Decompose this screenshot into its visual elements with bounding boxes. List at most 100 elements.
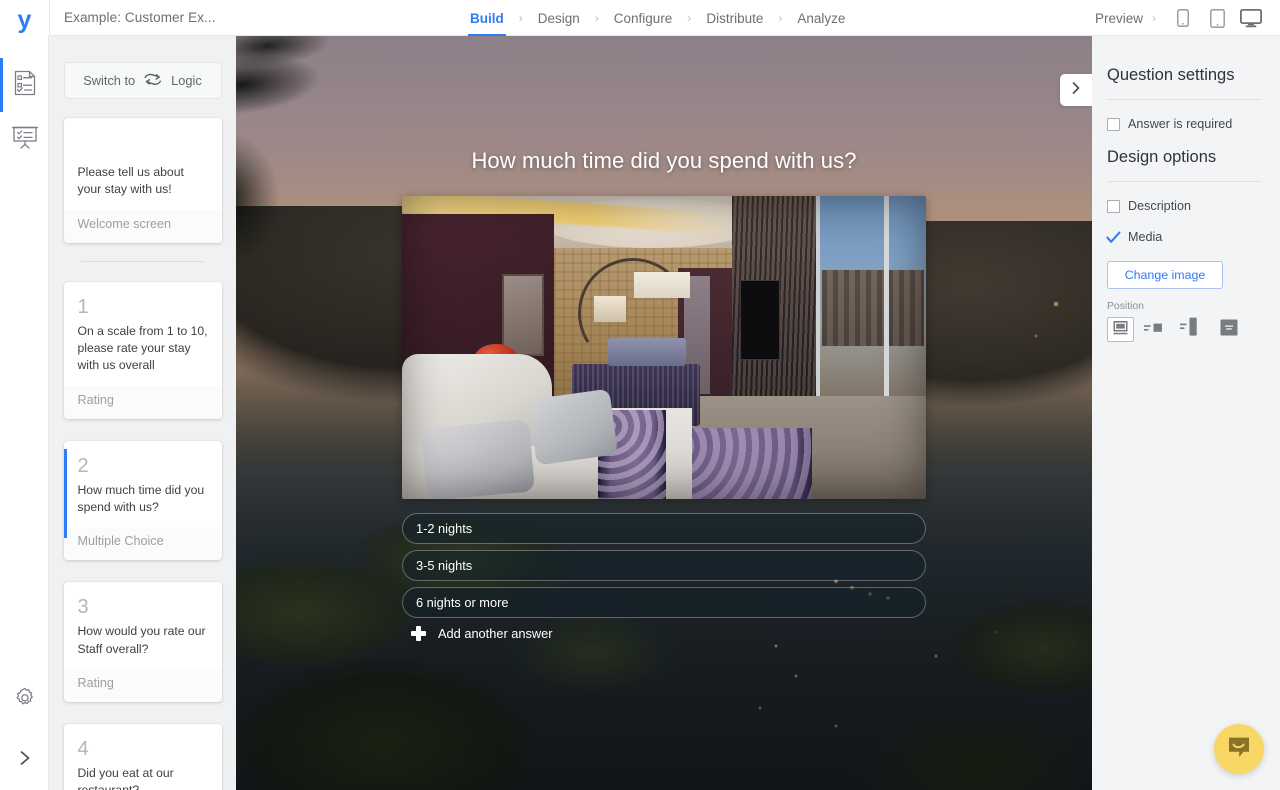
question-card-text: How much time did you spend with us? bbox=[77, 482, 205, 514]
question-card-type: Multiple Choice bbox=[63, 527, 222, 561]
tab-configure[interactable]: Configure bbox=[612, 0, 675, 36]
plus-icon bbox=[411, 626, 426, 641]
description-row[interactable]: Description bbox=[1107, 199, 1262, 213]
question-title[interactable]: How much time did you spend with us? bbox=[471, 148, 856, 174]
top-right-actions: Preview › bbox=[1095, 0, 1268, 36]
tablet-preview-icon[interactable] bbox=[1200, 0, 1234, 36]
design-options-title: Design options bbox=[1107, 148, 1217, 166]
rail-item-presentation[interactable] bbox=[0, 112, 49, 166]
card-body: 2 How much time did you spend with us? bbox=[64, 441, 222, 528]
question-card-text: On a scale from 1 to 10, please rate you… bbox=[77, 323, 208, 373]
tab-design[interactable]: Design bbox=[536, 0, 582, 36]
switch-suffix-label: Logic bbox=[171, 73, 202, 88]
question-settings-panel: Question settings Answer is required Des… bbox=[1092, 36, 1280, 790]
mobile-preview-icon[interactable] bbox=[1166, 0, 1200, 36]
switch-to-logic-button[interactable]: Switch to Logic bbox=[63, 62, 222, 99]
position-left-tall-icon bbox=[1180, 316, 1205, 343]
presentation-icon bbox=[11, 125, 38, 154]
step-separator: › bbox=[594, 11, 599, 25]
position-right-icon bbox=[1144, 319, 1169, 341]
switch-prefix-label: Switch to bbox=[83, 73, 136, 88]
question-card-1[interactable]: 1 On a scale from 1 to 10, please rate y… bbox=[63, 281, 222, 419]
tab-analyze[interactable]: Analyze bbox=[795, 0, 847, 36]
step-separator: › bbox=[687, 11, 692, 25]
question-editor: How much time did you spend with us? 1-2… bbox=[236, 36, 1092, 790]
question-cards: Please tell us about your stay with us! … bbox=[49, 118, 236, 790]
desktop-preview-icon[interactable] bbox=[1234, 0, 1268, 36]
add-answer-label: Add another answer bbox=[438, 626, 553, 641]
position-top-icon bbox=[1111, 319, 1130, 341]
loop-arrows-icon bbox=[142, 72, 164, 90]
left-icon-rail bbox=[0, 36, 49, 790]
step-separator: › bbox=[778, 11, 783, 25]
position-left-tall-button[interactable] bbox=[1179, 317, 1206, 342]
divider bbox=[1107, 181, 1262, 182]
media-label: Media bbox=[1128, 230, 1163, 244]
card-body: 1 On a scale from 1 to 10, please rate y… bbox=[64, 282, 222, 386]
question-number: 2 bbox=[77, 454, 89, 477]
rail-item-settings[interactable] bbox=[0, 670, 49, 730]
question-number: 1 bbox=[77, 295, 89, 318]
panel-title: Question settings bbox=[1107, 66, 1235, 84]
question-card-text: Please tell us about your stay with us! bbox=[77, 165, 184, 197]
position-background-button[interactable] bbox=[1215, 317, 1242, 342]
divider bbox=[1107, 99, 1262, 100]
question-number: 3 bbox=[77, 596, 89, 619]
chevron-right-icon bbox=[1069, 80, 1083, 101]
intercom-launcher-button[interactable] bbox=[1214, 724, 1264, 774]
answer-options: 1-2 nights 3-5 nights 6 nights or more A… bbox=[402, 513, 926, 641]
app-root: y Example: Customer Ex... Build › Design… bbox=[0, 0, 1280, 790]
answer-required-checkbox[interactable] bbox=[1107, 117, 1120, 131]
description-label: Description bbox=[1128, 199, 1191, 213]
answer-option[interactable]: 1-2 nights bbox=[402, 513, 926, 544]
intercom-chat-icon bbox=[1226, 734, 1252, 765]
question-card-2[interactable]: 2 How much time did you spend with us? M… bbox=[63, 440, 222, 561]
preview-button[interactable]: Preview bbox=[1095, 11, 1143, 26]
gear-icon bbox=[13, 686, 37, 715]
question-media-image[interactable] bbox=[402, 196, 926, 499]
question-card-3[interactable]: 3 How would you rate our Staff overall? … bbox=[63, 582, 222, 702]
position-options bbox=[1107, 317, 1262, 342]
survey-canvas: How much time did you spend with us? 1-2… bbox=[236, 36, 1092, 790]
media-row[interactable]: Media bbox=[1106, 230, 1262, 244]
change-image-button[interactable]: Change image bbox=[1107, 261, 1223, 289]
answer-option[interactable]: 3-5 nights bbox=[402, 550, 926, 581]
position-right-button[interactable] bbox=[1143, 317, 1170, 342]
logo-letter: y bbox=[17, 6, 32, 34]
tab-build[interactable]: Build bbox=[468, 0, 506, 36]
answer-required-row[interactable]: Answer is required bbox=[1107, 117, 1262, 131]
brand-logo[interactable]: y bbox=[0, 0, 49, 36]
chevron-right-icon: › bbox=[1152, 11, 1156, 25]
question-number: 4 bbox=[77, 737, 89, 760]
question-card-type: Rating bbox=[63, 668, 222, 702]
position-background-icon bbox=[1219, 318, 1239, 342]
position-top-button[interactable] bbox=[1107, 317, 1134, 342]
media-checkbox-checked[interactable] bbox=[1106, 231, 1121, 244]
question-card-welcome[interactable]: Please tell us about your stay with us! … bbox=[63, 118, 222, 243]
question-card-text: How would you rate our Staff overall? bbox=[77, 624, 206, 656]
question-card-type: Welcome screen bbox=[63, 209, 222, 243]
tab-distribute[interactable]: Distribute bbox=[704, 0, 765, 36]
form-builder-icon bbox=[13, 70, 37, 101]
rail-item-form-builder[interactable] bbox=[0, 58, 49, 112]
answer-option[interactable]: 6 nights or more bbox=[402, 587, 926, 618]
question-card-type: Rating bbox=[63, 385, 222, 419]
description-checkbox[interactable] bbox=[1107, 199, 1120, 213]
divider bbox=[49, 0, 50, 36]
step-nav: Build › Design › Configure › Distribute … bbox=[468, 0, 847, 36]
top-bar: y Example: Customer Ex... Build › Design… bbox=[0, 0, 1280, 36]
chevron-right-icon bbox=[17, 748, 33, 773]
position-label: Position bbox=[1107, 301, 1144, 312]
panel-collapse-button[interactable] bbox=[1060, 74, 1092, 106]
rail-bottom-group bbox=[0, 670, 49, 790]
document-title[interactable]: Example: Customer Ex... bbox=[64, 10, 216, 25]
rail-expand-button[interactable] bbox=[0, 730, 49, 790]
question-card-text: Did you eat at our restaurant? bbox=[77, 765, 174, 790]
list-divider bbox=[80, 260, 205, 262]
answer-required-label: Answer is required bbox=[1128, 117, 1233, 131]
add-another-answer-button[interactable]: Add another answer bbox=[402, 626, 926, 641]
card-body: Please tell us about your stay with us! bbox=[64, 118, 222, 210]
card-body: 4 Did you eat at our restaurant? bbox=[64, 724, 222, 790]
question-card-4[interactable]: 4 Did you eat at our restaurant? Multipl… bbox=[63, 723, 222, 790]
